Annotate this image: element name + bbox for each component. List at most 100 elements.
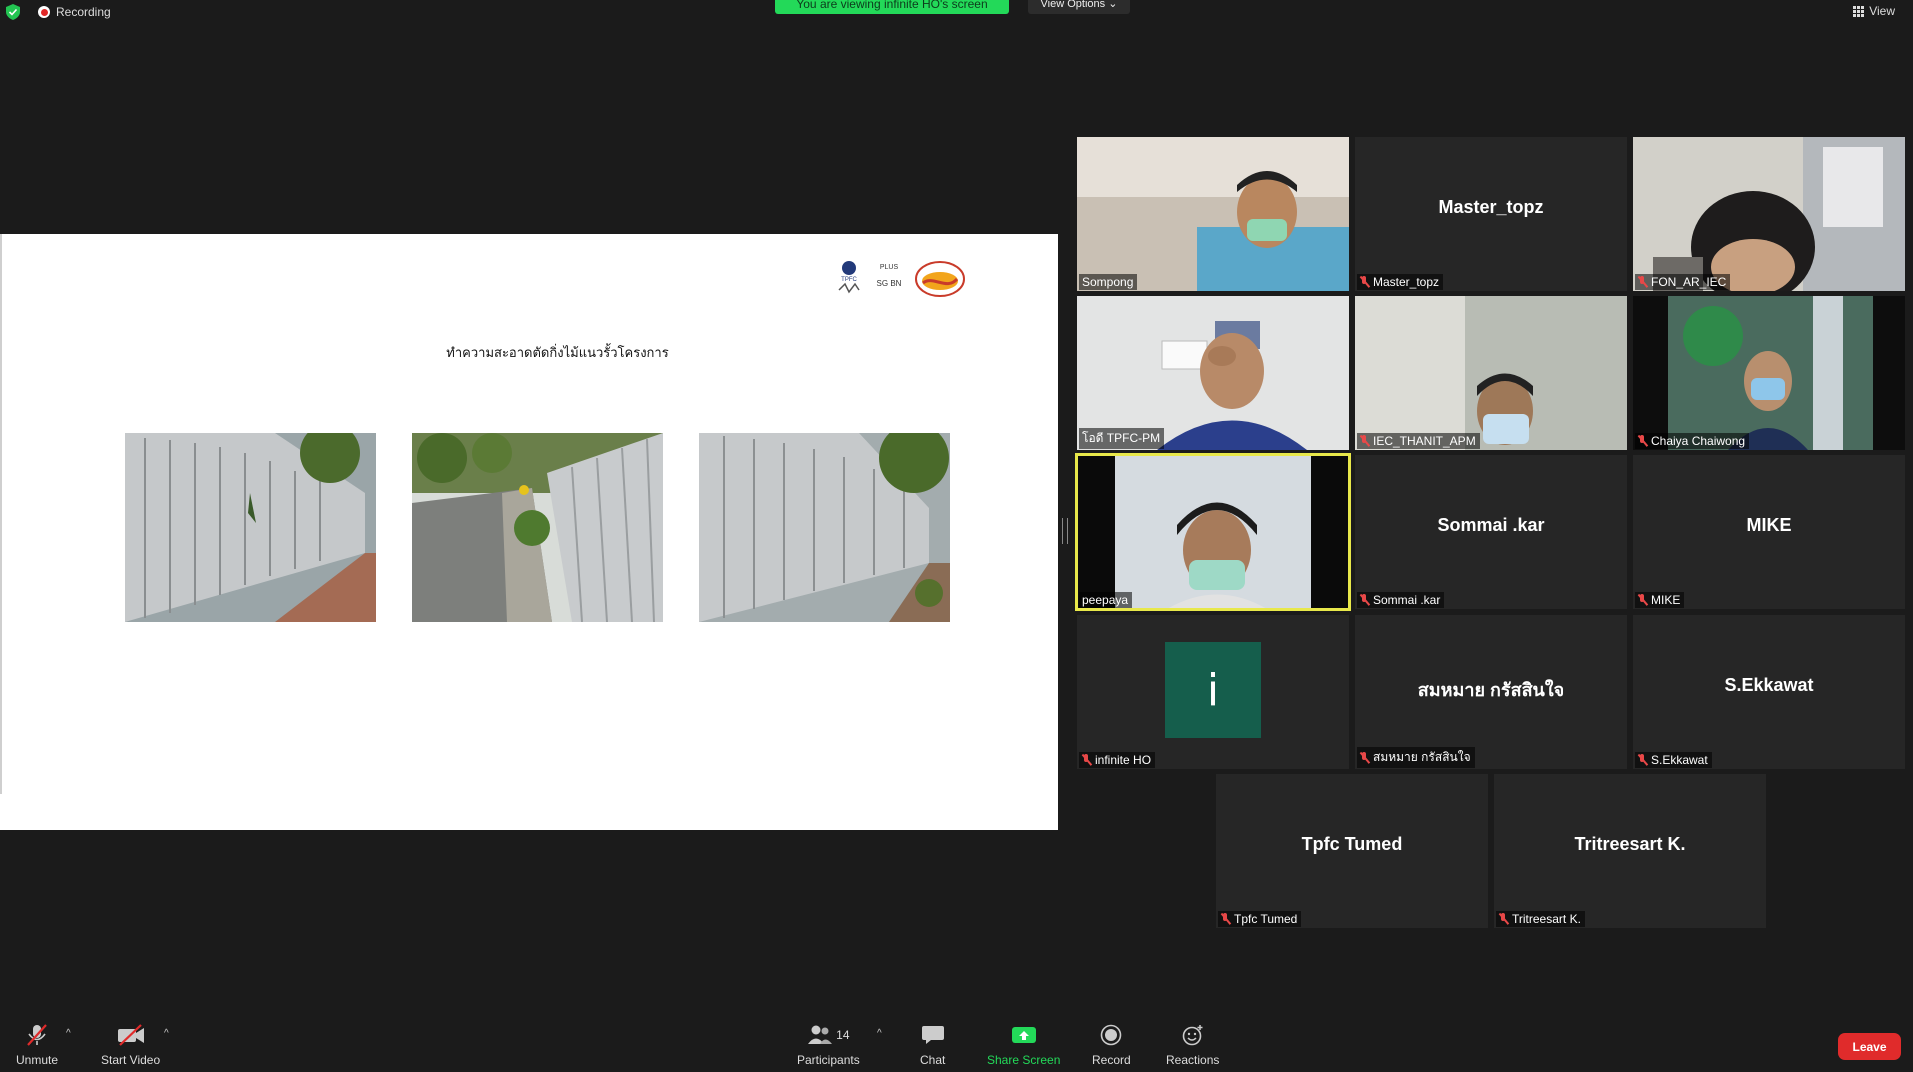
recording-label: Recording <box>56 5 111 19</box>
participant-name-label: infinite HO <box>1079 752 1156 768</box>
mic-muted-icon <box>1638 276 1647 288</box>
audio-options-caret[interactable]: ^ <box>66 1028 71 1039</box>
shared-screen: TPFC PLUS SG BN ทำความสะอาดตัดกิ่งไม้แนว… <box>0 234 1058 830</box>
video-tile-sompong[interactable]: Sompong <box>1077 137 1349 291</box>
mic-muted-icon <box>1360 276 1369 288</box>
reactions-button[interactable]: Reactions <box>1166 1023 1219 1067</box>
recording-icon <box>38 6 50 18</box>
record-icon <box>1101 1024 1122 1046</box>
participant-avatar: i <box>1165 642 1261 738</box>
participant-video-peepaya <box>1077 455 1349 609</box>
mic-muted-icon <box>1360 594 1369 606</box>
mic-muted-icon <box>1638 594 1647 606</box>
video-tile-s-ekkawat[interactable]: S.Ekkawat S.Ekkawat <box>1633 615 1905 769</box>
participant-name-label: Sompong <box>1079 274 1138 290</box>
video-tile-master-topz[interactable]: Master_topz Master_topz <box>1355 137 1627 291</box>
tpfc-logo: TPFC <box>838 261 860 294</box>
participant-video-iec-thanit-apm <box>1355 296 1627 450</box>
participant-display-name: Tritreesart K. <box>1574 834 1686 854</box>
chat-button[interactable]: Chat <box>920 1023 945 1067</box>
participant-video-chaiya-chaiwong <box>1633 296 1905 450</box>
fence-photo-3 <box>699 433 950 622</box>
gallery-grid-icon <box>1853 5 1865 17</box>
security-shield-icon[interactable] <box>6 4 20 20</box>
panel-resize-handle[interactable] <box>1062 518 1068 544</box>
participant-name-label: Chaiya Chaiwong <box>1635 433 1750 449</box>
microphone-muted-icon <box>27 1024 47 1046</box>
view-options-button[interactable]: View Options ⌄ <box>1028 0 1130 14</box>
view-label: View <box>1869 4 1895 18</box>
chat-bubble-icon <box>921 1026 944 1044</box>
record-button[interactable]: Record <box>1092 1023 1131 1067</box>
video-tile-infinite-ho[interactable]: i infinite HO <box>1077 615 1349 769</box>
video-tile-chaiya-chaiwong[interactable]: Chaiya Chaiwong <box>1633 296 1905 450</box>
share-screen-label: Share Screen <box>987 1053 1061 1067</box>
video-tile-odi-tpfc-pm[interactable]: โอดี TPFC-PM <box>1077 296 1349 450</box>
plus-sgbn-logo: PLUS SG BN <box>877 264 902 288</box>
share-screen-button[interactable]: Share Screen <box>987 1023 1060 1067</box>
mic-muted-icon <box>1638 435 1647 447</box>
mic-muted-icon <box>1499 913 1508 925</box>
participant-display-name: MIKE <box>1746 515 1792 535</box>
start-video-label: Start Video <box>101 1053 161 1067</box>
participant-video-sompong <box>1077 137 1349 291</box>
svg-text:PLUS: PLUS <box>880 264 899 271</box>
logo-group: TPFC PLUS SG BN <box>835 260 965 298</box>
participant-display-name: Master_topz <box>1438 197 1544 217</box>
participant-name-label: FON_AR_IEC <box>1635 274 1731 290</box>
participant-display-name: Tpfc Tumed <box>1301 834 1403 854</box>
participant-name-label: Tpfc Tumed <box>1218 911 1302 927</box>
participant-name-label: MIKE <box>1635 592 1685 608</box>
video-tile-mike[interactable]: MIKE MIKE <box>1633 455 1905 609</box>
record-label: Record <box>1092 1053 1131 1067</box>
video-options-caret[interactable]: ^ <box>164 1028 169 1039</box>
video-tile-sommai-kar[interactable]: Sommai .kar Sommai .kar <box>1355 455 1627 609</box>
reactions-label: Reactions <box>1166 1053 1220 1067</box>
participant-display-name: สมหมาย กรัสสินใจ <box>1417 680 1565 700</box>
participant-name-label: โอดี TPFC-PM <box>1079 428 1165 449</box>
svg-text:SG BN: SG BN <box>877 279 902 288</box>
video-tile-fon-ar-iec[interactable]: FON_AR_IEC <box>1633 137 1905 291</box>
participants-icon <box>808 1025 833 1044</box>
video-tile-tpfc-tumed[interactable]: Tpfc Tumed Tpfc Tumed <box>1216 774 1488 928</box>
participant-name-label: Sommai .kar <box>1357 592 1445 608</box>
view-button[interactable]: View <box>1853 4 1895 18</box>
unmute-button[interactable]: Unmute <box>16 1023 58 1067</box>
video-tile-peepaya[interactable]: peepaya <box>1075 453 1351 611</box>
unmute-label: Unmute <box>16 1053 59 1067</box>
svg-text:TPFC: TPFC <box>841 277 857 283</box>
share-screen-icon <box>1011 1027 1036 1043</box>
participant-name-label: S.Ekkawat <box>1635 752 1712 768</box>
participant-display-name: Sommai .kar <box>1437 515 1545 535</box>
mic-muted-icon <box>1360 435 1369 447</box>
participant-name-label: Master_topz <box>1357 274 1444 290</box>
participant-count: 14 <box>836 1028 850 1042</box>
slide-edge <box>0 234 2 794</box>
participants-options-caret[interactable]: ^ <box>877 1028 882 1039</box>
participant-name-label: peepaya <box>1079 592 1133 608</box>
fence-photo-1 <box>125 433 376 622</box>
slide-title: ทำความสะอาดตัดกิ่งไม้แนวรั้วโครงการ <box>446 346 669 361</box>
leave-button[interactable]: Leave <box>1838 1033 1901 1060</box>
video-tile-tritreesart-k[interactable]: Tritreesart K. Tritreesart K. <box>1494 774 1766 928</box>
participant-video-fon-ar-iec <box>1633 137 1905 291</box>
video-camera-off-icon <box>117 1024 144 1046</box>
fence-photo-2 <box>412 433 663 622</box>
mic-muted-icon <box>1082 754 1091 766</box>
mic-muted-icon <box>1638 754 1647 766</box>
mic-muted-icon <box>1221 913 1230 925</box>
video-tile-sommai-thai[interactable]: สมหมาย กรัสสินใจ สมหมาย กรัสสินใจ <box>1355 615 1627 769</box>
start-video-button[interactable]: Start Video <box>101 1023 160 1067</box>
recording-indicator[interactable]: Recording <box>38 5 111 19</box>
participant-display-name: S.Ekkawat <box>1724 675 1814 695</box>
participants-label: Participants <box>797 1053 860 1067</box>
viewing-screen-banner: You are viewing infinite HO's screen <box>775 0 1009 14</box>
video-tile-iec-thanit-apm[interactable]: IEC_THANIT_APM <box>1355 296 1627 450</box>
chat-label: Chat <box>920 1053 946 1067</box>
participant-video-odi-tpfc-pm <box>1077 296 1349 450</box>
participants-button[interactable]: 14 Participants <box>797 1023 860 1067</box>
participant-name-label: IEC_THANIT_APM <box>1357 433 1480 449</box>
participant-name-label: Tritreesart K. <box>1496 911 1585 927</box>
project-emblem-logo <box>915 261 965 297</box>
mic-muted-icon <box>1360 751 1369 764</box>
